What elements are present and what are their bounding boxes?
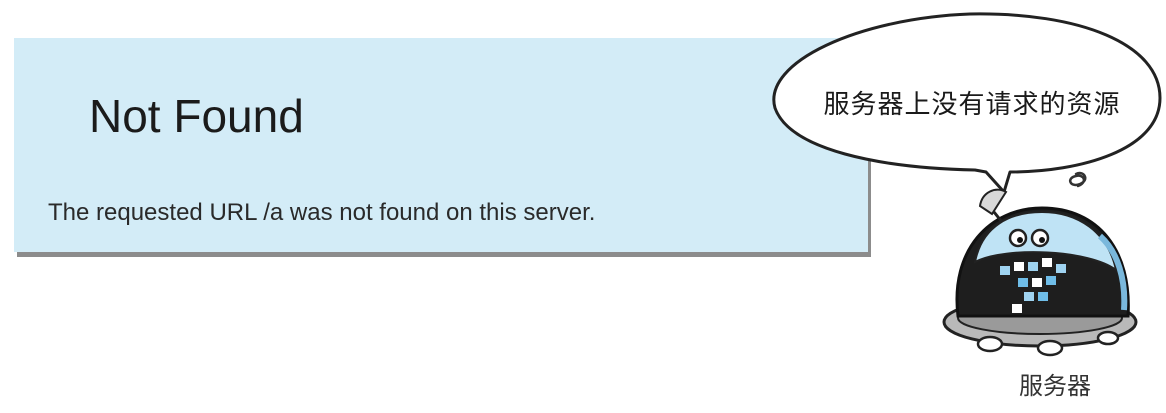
speech-bubble-text: 服务器上没有请求的资源 (823, 90, 1121, 120)
error-page-panel: Not Found The requested URL /a was not f… (14, 38, 868, 252)
server-robot-icon (942, 188, 1138, 357)
server-label: 服务器 (1019, 372, 1091, 400)
error-title: Not Found (89, 90, 304, 142)
error-message: The requested URL /a was not found on th… (48, 199, 596, 226)
squiggle-icon (1068, 171, 1087, 188)
